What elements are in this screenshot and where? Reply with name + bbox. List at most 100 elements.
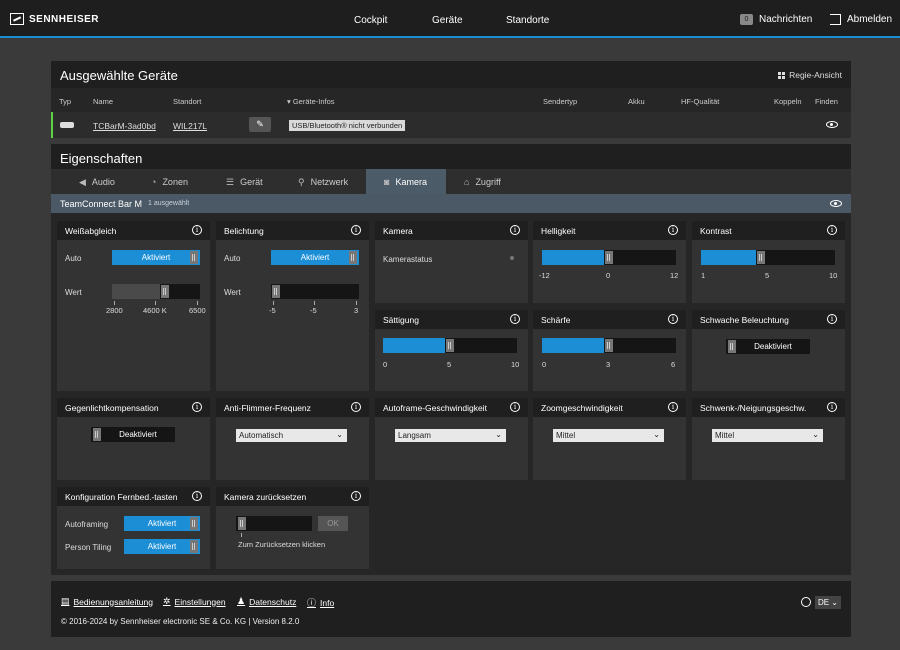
tab-audio[interactable]: ◀ Audio	[71, 169, 151, 194]
slider-fill	[701, 250, 756, 265]
footer-link-settings[interactable]: ✲ Einstellungen	[163, 596, 226, 607]
brand-name: SENNHEISER	[29, 13, 100, 25]
gear-icon: ✲	[163, 596, 171, 606]
col-geraete-infos[interactable]: ▾ Geräte-Infos	[287, 97, 335, 106]
tab-kamera[interactable]: ◙ Kamera	[366, 169, 446, 194]
toggle-knob	[93, 428, 101, 441]
backlight-toggle[interactable]: Deaktiviert	[91, 427, 175, 442]
language-select[interactable]: DE ⌄	[814, 596, 841, 609]
brand-logo[interactable]: SENNHEISER	[10, 13, 99, 25]
wb-auto-toggle[interactable]: Aktiviert	[112, 250, 200, 265]
tab-netzwerk[interactable]: ⚲ Netzwerk	[290, 169, 370, 194]
info-icon[interactable]: i	[351, 225, 361, 235]
tick-label: 10	[511, 360, 520, 369]
device-name-link[interactable]: TCBarM-3ad0bd	[93, 121, 156, 131]
footer-link-privacy[interactable]: ♟ Datenschutz	[237, 596, 296, 607]
autoframing-toggle[interactable]: Aktiviert	[124, 516, 200, 531]
info-icon[interactable]: i	[668, 402, 678, 412]
tick-label: 5	[447, 360, 452, 369]
autoframe-speed-select[interactable]: Langsam ⌄	[395, 429, 506, 442]
tick-label: 1	[701, 271, 706, 280]
toggle-knob[interactable]	[238, 517, 246, 530]
tick-label: 6	[671, 360, 676, 369]
tick-mark	[314, 301, 315, 305]
slider-knob[interactable]	[605, 251, 613, 264]
device-location-link[interactable]: WIL217L	[173, 121, 207, 131]
saturation-slider[interactable]	[383, 338, 517, 353]
tab-zonen-label: Zonen	[162, 177, 188, 187]
regie-view-button[interactable]: Regie-Ansicht	[778, 70, 842, 80]
exposure-auto-toggle[interactable]: Aktiviert	[271, 250, 359, 265]
user-icon: ♟	[237, 596, 246, 606]
eye-icon[interactable]	[830, 200, 842, 207]
low-light-toggle[interactable]: Deaktiviert	[726, 339, 810, 354]
slider-fill	[112, 284, 160, 299]
contrast-slider[interactable]	[701, 250, 835, 265]
reset-slide-toggle[interactable]	[236, 516, 312, 531]
card-title: Weißabgleich	[65, 226, 117, 236]
device-row[interactable]: TCBarM-3ad0bd WIL217L ✎ USB/Bluetooth® n…	[51, 112, 851, 138]
card-zoom: Zoomgeschwindigkeit i Mittel ⌄	[533, 398, 686, 480]
toggle-knob	[349, 251, 357, 264]
info-icon[interactable]: i	[510, 225, 520, 235]
info-icon[interactable]: i	[668, 225, 678, 235]
grid-icon	[778, 71, 786, 79]
info-icon[interactable]: i	[351, 402, 361, 412]
zoom-speed-select[interactable]: Mittel ⌄	[553, 429, 664, 442]
tab-zugriff-label: Zugriff	[475, 177, 501, 187]
info-icon[interactable]: i	[192, 225, 202, 235]
col-name[interactable]: Name	[93, 97, 113, 106]
nav-geraete[interactable]: Geräte	[432, 15, 463, 26]
person-tiling-toggle[interactable]: Aktiviert	[124, 539, 200, 554]
col-typ: Typ	[59, 97, 72, 106]
footer-link-info[interactable]: ⓘ Info	[307, 596, 334, 609]
info-icon[interactable]: i	[510, 402, 520, 412]
sharpness-slider[interactable]	[542, 338, 676, 353]
info-icon[interactable]: i	[510, 314, 520, 324]
tick-mark	[241, 533, 242, 537]
logout-button[interactable]: Abmelden	[830, 14, 892, 25]
slider-knob[interactable]	[446, 339, 454, 352]
slider-knob[interactable]	[605, 339, 613, 352]
selected-count: 1 ausgewählt	[148, 200, 190, 207]
anti-flicker-select[interactable]: Automatisch ⌄	[236, 429, 347, 442]
find-eye-icon[interactable]	[826, 121, 838, 128]
info-icon[interactable]: i	[827, 402, 837, 412]
info-icon[interactable]: i	[192, 491, 202, 501]
nav-cockpit[interactable]: Cockpit	[354, 15, 387, 26]
col-koppeln: Koppeln	[774, 97, 802, 106]
info-icon[interactable]: i	[827, 225, 837, 235]
reset-hint: Zum Zurücksetzen klicken	[238, 540, 326, 549]
info-icon[interactable]: i	[192, 402, 202, 412]
footer-link-manual[interactable]: ▤ Bedienungsanleitung	[61, 596, 153, 607]
col-standort[interactable]: Standort	[173, 97, 201, 106]
link-label: Bedienungsanleitung	[73, 596, 153, 607]
messages-button[interactable]: 0 Nachrichten	[740, 14, 812, 25]
card-anti-flimmer: Anti-Flimmer-Frequenz i Automatisch ⌄	[216, 398, 369, 480]
slider-knob[interactable]	[757, 251, 765, 264]
exposure-value-slider[interactable]	[271, 284, 359, 299]
edit-pencil-icon[interactable]: ✎	[249, 117, 271, 132]
card-title: Schwache Beleuchtung	[700, 315, 789, 325]
slider-knob[interactable]	[272, 285, 280, 298]
network-icon: ⚲	[298, 177, 305, 187]
wb-value-slider[interactable]	[112, 284, 200, 299]
tick-label: 10	[829, 271, 838, 280]
tab-geraet[interactable]: ☰ Gerät	[218, 169, 298, 194]
nav-standorte[interactable]: Standorte	[506, 15, 549, 26]
info-icon[interactable]: i	[668, 314, 678, 324]
card-title: Anti-Flimmer-Frequenz	[224, 403, 311, 413]
slider-knob[interactable]	[161, 285, 169, 298]
tick-label: 0	[542, 360, 547, 369]
brightness-slider[interactable]	[542, 250, 676, 265]
info-icon[interactable]: i	[827, 314, 837, 324]
tab-audio-label: Audio	[91, 177, 115, 187]
auto-label: Auto	[65, 254, 82, 263]
chevron-down-icon: ⌄	[653, 430, 660, 439]
card-title: Gegenlichtkompensation	[65, 403, 159, 413]
pan-tilt-speed-select[interactable]: Mittel ⌄	[712, 429, 823, 442]
tab-zugriff[interactable]: ⌂ Zugriff	[456, 169, 536, 194]
info-icon[interactable]: i	[351, 491, 361, 501]
tab-zonen[interactable]: ◔ Zonen	[143, 169, 223, 194]
reset-ok-button[interactable]: OK	[318, 516, 348, 531]
